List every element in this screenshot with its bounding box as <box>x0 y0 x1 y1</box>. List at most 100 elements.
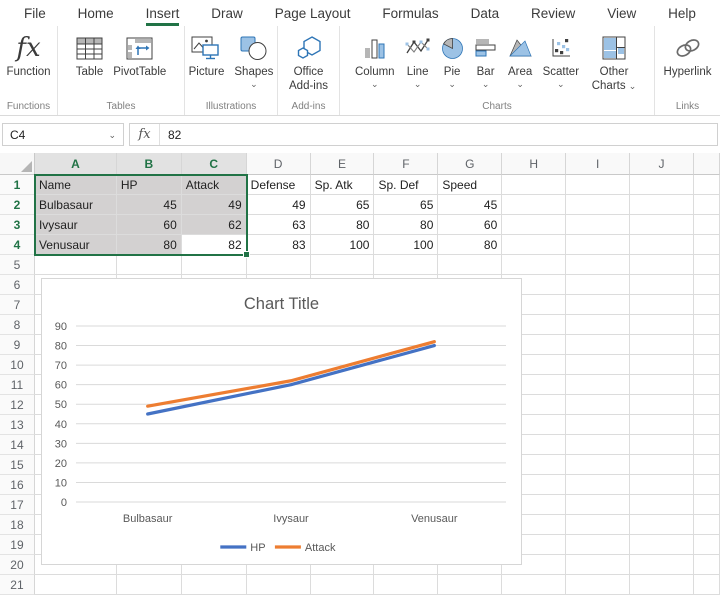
row-header-9[interactable]: 9 <box>0 335 35 355</box>
cell-J2[interactable] <box>630 195 694 215</box>
cell-C4[interactable]: 82 <box>182 235 247 255</box>
cell-J15[interactable] <box>630 455 694 475</box>
cell-E3[interactable]: 80 <box>311 215 375 235</box>
cell-K21[interactable] <box>694 575 720 595</box>
column-header-F[interactable]: F <box>374 153 438 175</box>
cell-C2[interactable]: 49 <box>182 195 247 215</box>
cell-K12[interactable] <box>694 395 720 415</box>
area-chart-button[interactable]: Area ⌄ <box>505 33 536 87</box>
cell-K5[interactable] <box>694 255 720 275</box>
cell-K13[interactable] <box>694 415 720 435</box>
cell-H21[interactable] <box>502 575 566 595</box>
row-header-16[interactable]: 16 <box>0 475 35 495</box>
cell-I17[interactable] <box>566 495 630 515</box>
cell-A5[interactable] <box>35 255 117 275</box>
cell-K4[interactable] <box>694 235 720 255</box>
picture-button[interactable]: Picture <box>186 33 228 78</box>
column-chart-button[interactable]: Column ⌄ <box>352 33 398 87</box>
cell-A2[interactable]: Bulbasaur <box>35 195 117 215</box>
cell-K17[interactable] <box>694 495 720 515</box>
cell-F3[interactable]: 80 <box>374 215 438 235</box>
row-header-21[interactable]: 21 <box>0 575 35 595</box>
row-header-2[interactable]: 2 <box>0 195 35 215</box>
shapes-button[interactable]: Shapes ⌄ <box>231 33 276 87</box>
cell-B3[interactable]: 60 <box>117 215 182 235</box>
cell-B21[interactable] <box>117 575 182 595</box>
cell-H5[interactable] <box>502 255 566 275</box>
row-header-15[interactable]: 15 <box>0 455 35 475</box>
cell-I16[interactable] <box>566 475 630 495</box>
cell-D2[interactable]: 49 <box>247 195 311 215</box>
cell-I15[interactable] <box>566 455 630 475</box>
cell-J13[interactable] <box>630 415 694 435</box>
cell-K11[interactable] <box>694 375 720 395</box>
cell-K8[interactable] <box>694 315 720 335</box>
cell-H1[interactable] <box>502 175 566 195</box>
cell-I1[interactable] <box>566 175 630 195</box>
fx-icon[interactable]: fx <box>130 124 160 145</box>
line-chart-button[interactable]: Line ⌄ <box>402 33 434 87</box>
cell-D4[interactable]: 83 <box>247 235 311 255</box>
bar-chart-button[interactable]: Bar ⌄ <box>471 33 501 87</box>
cell-F2[interactable]: 65 <box>374 195 438 215</box>
row-header-7[interactable]: 7 <box>0 295 35 315</box>
cell-A21[interactable] <box>35 575 117 595</box>
tab-review[interactable]: Review <box>531 0 575 26</box>
cell-B2[interactable]: 45 <box>117 195 182 215</box>
scatter-chart-button[interactable]: Scatter ⌄ <box>540 33 582 87</box>
cell-I7[interactable] <box>566 295 630 315</box>
cell-G1[interactable]: Speed <box>438 175 502 195</box>
cell-J7[interactable] <box>630 295 694 315</box>
cell-J16[interactable] <box>630 475 694 495</box>
cell-J17[interactable] <box>630 495 694 515</box>
cell-J6[interactable] <box>630 275 694 295</box>
column-header-J[interactable]: J <box>630 153 694 175</box>
cell-D21[interactable] <box>247 575 311 595</box>
column-header-C[interactable]: C <box>182 153 247 175</box>
table-button[interactable]: Table <box>73 33 107 78</box>
row-header-10[interactable]: 10 <box>0 355 35 375</box>
cell-J19[interactable] <box>630 535 694 555</box>
cell-C1[interactable]: Attack <box>182 175 247 195</box>
formula-input[interactable]: fx 82 <box>129 123 718 146</box>
cell-I21[interactable] <box>566 575 630 595</box>
cell-C3[interactable]: 62 <box>182 215 247 235</box>
row-header-3[interactable]: 3 <box>0 215 35 235</box>
cell-K15[interactable] <box>694 455 720 475</box>
cell-K2[interactable] <box>694 195 720 215</box>
cell-F4[interactable]: 100 <box>374 235 438 255</box>
cell-H3[interactable] <box>502 215 566 235</box>
cell-K7[interactable] <box>694 295 720 315</box>
cell-A3[interactable]: Ivysaur <box>35 215 117 235</box>
cell-I12[interactable] <box>566 395 630 415</box>
cell-I2[interactable] <box>566 195 630 215</box>
column-header-A[interactable]: A <box>35 153 117 175</box>
cell-F1[interactable]: Sp. Def <box>374 175 438 195</box>
row-header-6[interactable]: 6 <box>0 275 35 295</box>
fill-handle[interactable] <box>243 251 250 258</box>
cell-J12[interactable] <box>630 395 694 415</box>
cell-F5[interactable] <box>374 255 438 275</box>
cell-J9[interactable] <box>630 335 694 355</box>
row-header-11[interactable]: 11 <box>0 375 35 395</box>
cell-K6[interactable] <box>694 275 720 295</box>
tab-page-layout[interactable]: Page Layout <box>275 0 351 26</box>
cell-C21[interactable] <box>182 575 247 595</box>
cell-E4[interactable]: 100 <box>311 235 375 255</box>
column-header-D[interactable]: D <box>247 153 311 175</box>
cell-J11[interactable] <box>630 375 694 395</box>
column-header-G[interactable]: G <box>438 153 502 175</box>
cell-D5[interactable] <box>247 255 311 275</box>
row-header-4[interactable]: 4 <box>0 235 35 255</box>
embedded-chart[interactable]: Chart Title0102030405060708090BulbasaurI… <box>41 278 522 565</box>
cell-I9[interactable] <box>566 335 630 355</box>
cell-B1[interactable]: HP <box>117 175 182 195</box>
cell-I5[interactable] <box>566 255 630 275</box>
row-header-8[interactable]: 8 <box>0 315 35 335</box>
cell-K3[interactable] <box>694 215 720 235</box>
row-header-1[interactable]: 1 <box>0 175 35 195</box>
cell-E1[interactable]: Sp. Atk <box>311 175 375 195</box>
cell-I3[interactable] <box>566 215 630 235</box>
cell-I14[interactable] <box>566 435 630 455</box>
row-header-14[interactable]: 14 <box>0 435 35 455</box>
